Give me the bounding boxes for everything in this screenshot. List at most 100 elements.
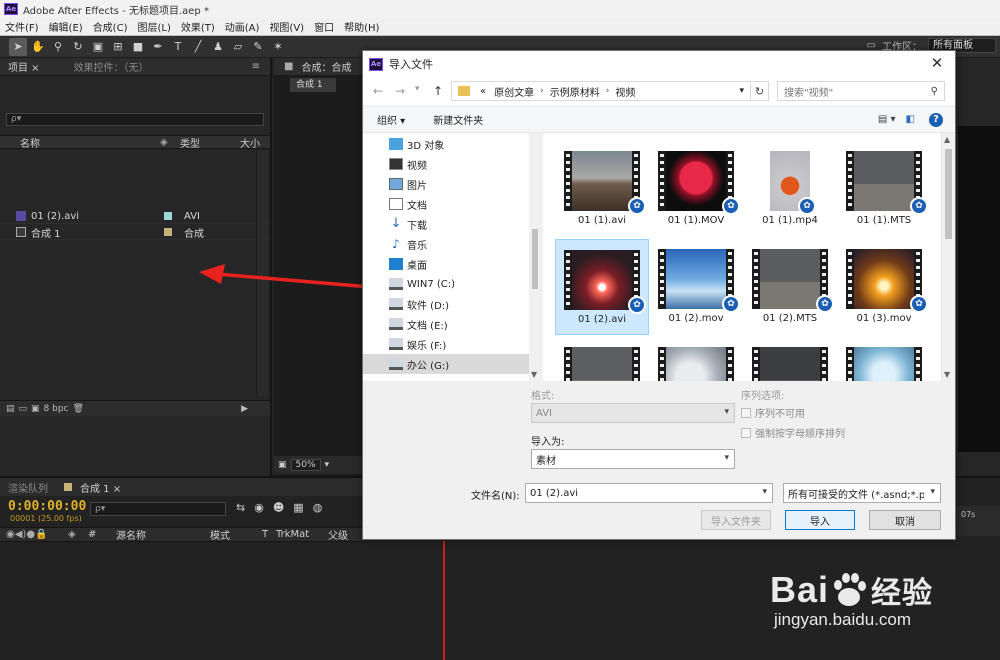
organize-button[interactable]: 组织 ▾ [363, 112, 419, 127]
up-arrow-icon[interactable]: ↑ [433, 84, 443, 98]
tree-item-videos[interactable]: 视频 [363, 154, 529, 174]
tree-item-drive-e[interactable]: 文档 (E:) [363, 314, 529, 334]
trash-icon[interactable]: 🗑 [73, 404, 84, 414]
tree-item-drive-g[interactable]: 办公 (G:) [363, 354, 529, 374]
draft-3d-icon[interactable]: ◉ [254, 501, 264, 514]
composition-subtab[interactable]: 合成 1 [290, 78, 336, 92]
menu-layer[interactable]: 图层(L) [132, 19, 175, 34]
tree-item-downloads[interactable]: ↓ 下载 [363, 214, 529, 234]
address-segment[interactable]: 视频 [611, 84, 639, 99]
column-source-name[interactable]: 源名称 [116, 527, 210, 542]
chevron-down-icon[interactable]: ▾ [739, 86, 744, 96]
refresh-button[interactable]: ↻ [751, 81, 769, 101]
tab-render-queue[interactable]: 渲染队列 [0, 480, 56, 495]
scroll-right-icon[interactable]: ▶ [241, 404, 248, 414]
rotate-tool-icon[interactable]: ↻ [69, 38, 87, 56]
project-item[interactable]: 合成 1 合成 [0, 225, 270, 240]
new-folder-button[interactable]: 新建文件夹 [419, 112, 497, 127]
tab-composition-1[interactable]: 合成 1 × [72, 480, 129, 495]
close-button[interactable]: ✕ [927, 54, 947, 72]
new-folder-icon[interactable]: ▭ [19, 404, 28, 414]
eraser-tool-icon[interactable]: ▱ [229, 38, 247, 56]
chevron-down-icon[interactable]: ▾ [762, 487, 767, 497]
address-segment[interactable]: 示例原材料 [546, 84, 604, 99]
pen-tool-icon[interactable]: ✒ [149, 38, 167, 56]
view-options-icon[interactable]: ▣ [278, 460, 287, 470]
tree-item-pictures[interactable]: 图片 [363, 174, 529, 194]
bpc-label[interactable]: 8 bpc [44, 404, 69, 414]
hide-shy-icon[interactable]: ☻ [273, 501, 284, 514]
menu-view[interactable]: 视图(V) [264, 19, 309, 34]
comp-mini-flowchart-icon[interactable]: ⇆ [236, 501, 245, 514]
cancel-button[interactable]: 取消 [869, 510, 941, 530]
selection-tool-icon[interactable]: ➤ [9, 37, 27, 56]
grid-scroll-thumb[interactable] [945, 149, 952, 239]
column-type[interactable]: 类型 [180, 135, 240, 150]
timeline-search-input[interactable]: ρ▾ [90, 502, 226, 516]
view-mode-icon[interactable]: ▤ ▾ [878, 114, 896, 125]
menu-animation[interactable]: 动画(A) [220, 19, 265, 34]
file-type-filter-select[interactable]: 所有可接受的文件 (*.asnd;*.pr ▾ [783, 483, 941, 503]
project-item[interactable]: 01 (2).avi AVI [0, 209, 270, 224]
menu-file[interactable]: 文件(F) [0, 19, 44, 34]
tab-composition[interactable]: 合成：合成 [293, 59, 359, 74]
file-tile[interactable]: ✿ [555, 337, 649, 381]
pan-behind-tool-icon[interactable]: ⊞ [109, 38, 127, 56]
search-icon[interactable]: ⚲ [931, 86, 938, 97]
file-tile[interactable]: ✿ 01 (1).MTS [837, 141, 931, 237]
file-tile[interactable]: ✿ [649, 337, 743, 381]
timecode-display[interactable]: 0:00:00:00 [8, 499, 86, 514]
menu-window[interactable]: 窗口 [309, 19, 339, 34]
import-button[interactable]: 导入 [785, 510, 855, 530]
file-tile[interactable]: ✿ [837, 337, 931, 381]
tree-item-3d-objects[interactable]: 3D 对象 [363, 134, 529, 154]
tree-item-music[interactable]: ♪ 音乐 [363, 234, 529, 254]
tab-effect-controls[interactable]: 效果控件：（无） [66, 59, 157, 74]
camera-tool-icon[interactable]: ▣ [89, 38, 107, 56]
puppet-tool-icon[interactable]: ✶ [269, 38, 287, 56]
menu-edit[interactable]: 编辑(E) [44, 19, 88, 34]
dialog-search-input[interactable]: 搜索"视频" ⚲ [777, 81, 945, 101]
file-tile[interactable]: ✿ 01 (2).avi [555, 239, 649, 335]
brush-tool-icon[interactable]: ╱ [189, 38, 207, 56]
recent-chevron-icon[interactable]: ▾ [415, 84, 420, 94]
lock-icon[interactable]: ■ [284, 61, 293, 72]
file-tile[interactable]: ✿ [743, 337, 837, 381]
tree-item-documents[interactable]: 文档 [363, 194, 529, 214]
project-scrollbar[interactable] [256, 150, 268, 396]
scroll-down-icon[interactable]: ▼ [531, 370, 537, 379]
column-name[interactable]: 名称 [20, 135, 160, 150]
file-tile[interactable]: ✿ 01 (1).MOV [649, 141, 743, 237]
file-tile[interactable]: ✿ 01 (3).mov [837, 239, 931, 335]
tree-item-drive-d[interactable]: 软件 (D:) [363, 294, 529, 314]
filename-input[interactable]: 01 (2).avi ▾ [525, 483, 773, 503]
column-t[interactable]: T [262, 529, 276, 540]
roto-brush-tool-icon[interactable]: ✎ [249, 38, 267, 56]
back-arrow-icon[interactable]: ← [373, 84, 383, 98]
interpret-footage-icon[interactable]: ▤ [6, 404, 15, 414]
column-parent[interactable]: 父级 [328, 527, 348, 542]
address-bar[interactable]: « 原创文章 › 示例原材料 › 视频 ▾ [451, 81, 751, 101]
chevron-down-icon[interactable]: ▾ [325, 460, 330, 470]
file-tile[interactable]: ✿ 01 (1).avi [555, 141, 649, 237]
column-size[interactable]: 大小 [240, 135, 270, 150]
new-composition-icon[interactable]: ▣ [31, 404, 40, 414]
forward-arrow-icon[interactable]: → [395, 84, 405, 98]
menu-effect[interactable]: 效果(T) [176, 19, 220, 34]
current-time-indicator[interactable] [443, 541, 445, 660]
zoom-tool-icon[interactable]: ⚲ [49, 38, 67, 56]
panel-menu-icon[interactable]: ≡ [252, 61, 260, 72]
column-mode[interactable]: 模式 [210, 527, 262, 542]
tree-item-drive-f[interactable]: 娱乐 (F:) [363, 334, 529, 354]
tab-project[interactable]: 项目 × [0, 59, 48, 74]
file-tile[interactable]: ✿ 01 (1).mp4 [743, 141, 837, 237]
scroll-down-icon[interactable]: ▼ [944, 370, 950, 379]
motion-blur-icon[interactable]: ◍ [313, 501, 323, 514]
scroll-up-icon[interactable]: ▲ [944, 135, 950, 144]
tree-item-drive-c[interactable]: WIN7 (C:) [363, 274, 529, 294]
time-ruler[interactable]: 07s [955, 506, 1000, 536]
project-search-input[interactable]: ρ▾ [6, 113, 264, 126]
import-as-select[interactable]: 素材 ▾ [531, 449, 735, 469]
force-alphabetical-checkbox[interactable]: 强制按字母顺序排列 [741, 425, 845, 440]
column-number[interactable]: # [88, 529, 116, 540]
